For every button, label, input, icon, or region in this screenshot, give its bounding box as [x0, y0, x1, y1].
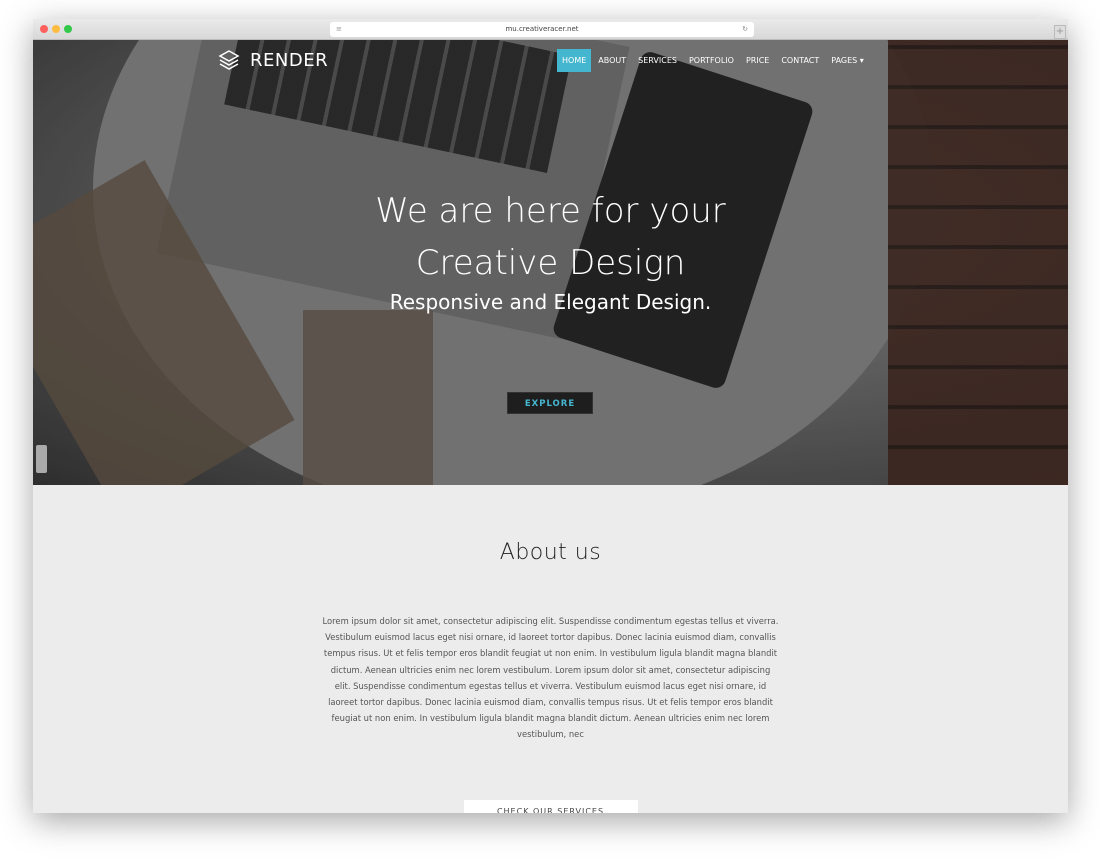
about-title: About us	[499, 540, 602, 565]
reload-icon[interactable]: ↻	[742, 22, 748, 37]
maximize-window-button[interactable]	[64, 25, 72, 33]
brand-logo[interactable]: RENDER	[218, 49, 328, 71]
address-bar[interactable]: ≡ mu.creativeracer.net ↻	[330, 22, 754, 37]
nav-contact[interactable]: CONTACT	[776, 49, 824, 72]
navbar: RENDER HOME ABOUT SERVICES PORTFOLIO PRI…	[33, 49, 1068, 73]
layers-icon	[218, 50, 240, 70]
hero-subtitle: Responsive and Elegant Design.	[389, 290, 712, 314]
hero-title-line1: We are here for your	[375, 191, 726, 231]
nav-price[interactable]: PRICE	[741, 49, 774, 72]
about-section: About us Lorem ipsum dolor sit amet, con…	[33, 485, 1068, 813]
nav-portfolio[interactable]: PORTFOLIO	[684, 49, 739, 72]
nav-pages-dropdown[interactable]: PAGES ▾	[826, 49, 869, 72]
nav-about[interactable]: ABOUT	[593, 49, 631, 72]
explore-button[interactable]: EXPLORE	[507, 392, 593, 414]
hero-section: RENDER HOME ABOUT SERVICES PORTFOLIO PRI…	[33, 40, 1068, 485]
nav-services[interactable]: SERVICES	[633, 49, 682, 72]
nav-home[interactable]: HOME	[557, 49, 592, 72]
close-window-button[interactable]	[40, 25, 48, 33]
scrollbar[interactable]	[36, 445, 47, 473]
minimize-window-button[interactable]	[52, 25, 60, 33]
url-text: mu.creativeracer.net	[505, 25, 579, 33]
reader-icon[interactable]: ≡	[336, 26, 342, 33]
browser-window: ≡ mu.creativeracer.net ↻ + RENDER HOME A…	[33, 19, 1068, 813]
browser-toolbar: ≡ mu.creativeracer.net ↻ +	[33, 19, 1068, 40]
check-services-button[interactable]: CHECK OUR SERVICES	[463, 799, 638, 813]
brand-name: RENDER	[250, 49, 329, 71]
hero-title: We are here for your Creative Design	[33, 185, 1068, 289]
new-tab-button[interactable]: +	[1054, 25, 1066, 39]
hero-title-line2: Creative Design	[415, 243, 686, 283]
nav-menu: HOME ABOUT SERVICES PORTFOLIO PRICE CONT…	[557, 49, 871, 72]
about-text: Lorem ipsum dolor sit amet, consectetur …	[322, 616, 779, 740]
